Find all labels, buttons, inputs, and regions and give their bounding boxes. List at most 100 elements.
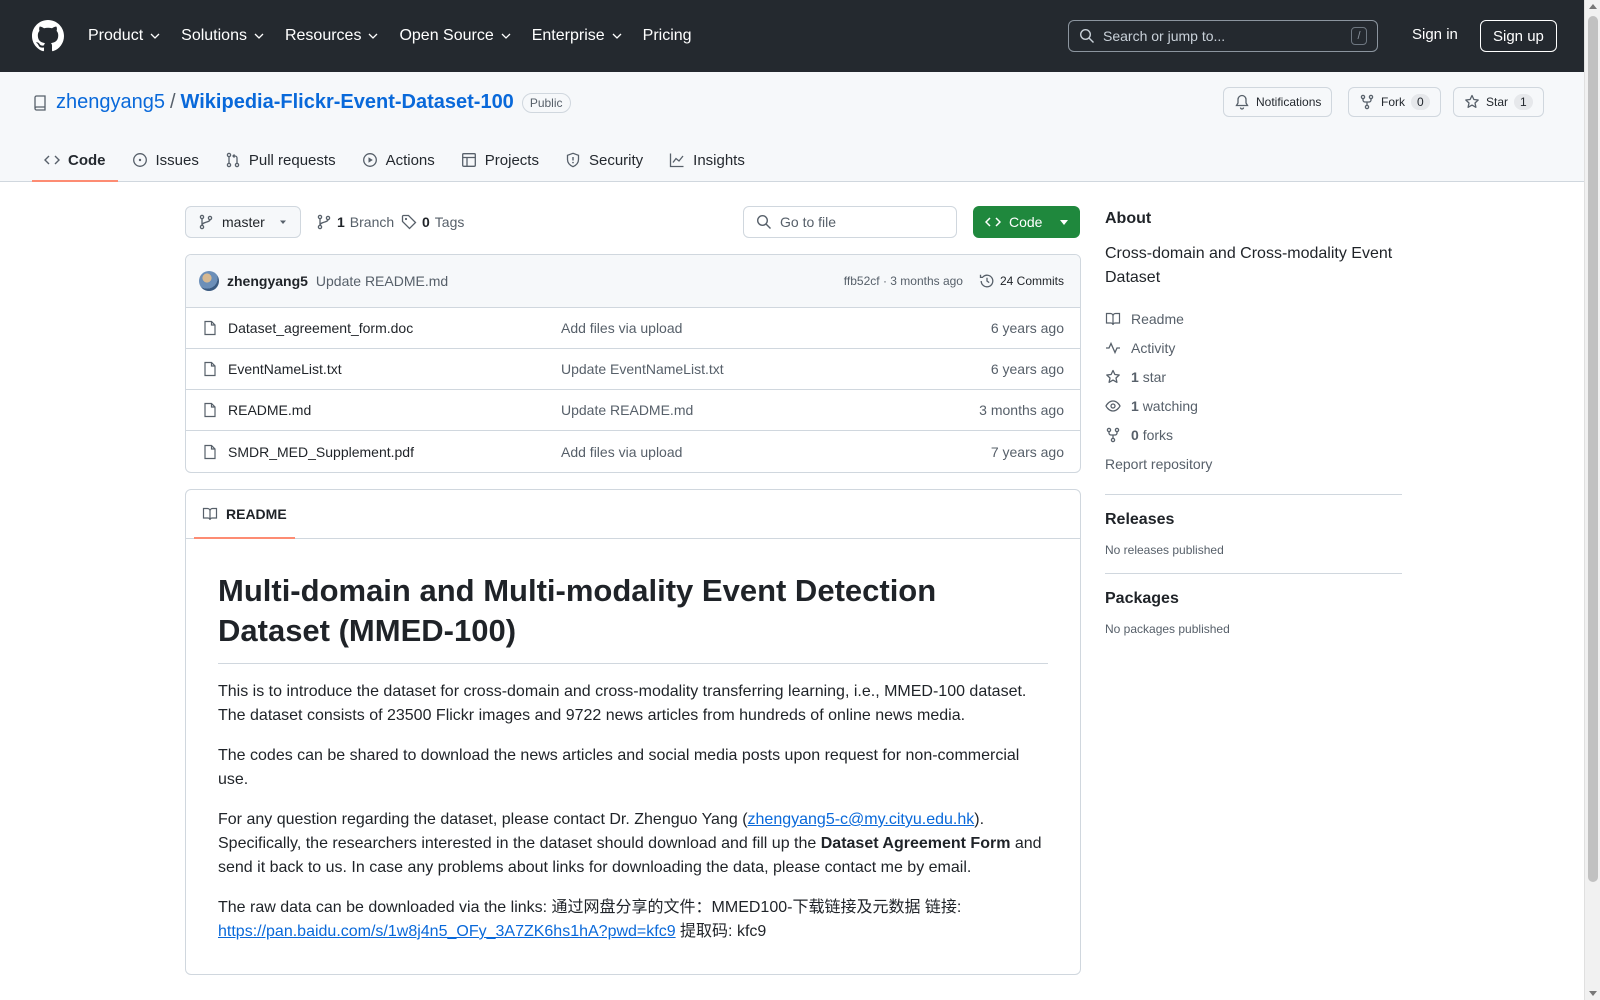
tab-insights[interactable]: Insights <box>657 138 757 182</box>
activity-link[interactable]: Activity <box>1105 333 1402 362</box>
tag-icon <box>401 214 417 230</box>
file-commit-message[interactable]: Update EventNameList.txt <box>561 361 724 377</box>
repo-title: zhengyang5 / Wikipedia-Flickr-Event-Data… <box>32 91 571 114</box>
commit-author-link[interactable]: zhengyang5 <box>227 273 308 289</box>
scroll-down-arrow-icon[interactable] <box>1589 991 1597 996</box>
notifications-button[interactable]: Notifications <box>1223 87 1333 117</box>
issue-opened-icon <box>132 153 147 167</box>
watchers-link[interactable]: 1 watching <box>1105 391 1402 420</box>
file-name-link[interactable]: README.md <box>228 402 561 418</box>
git-branch-icon <box>317 214 331 230</box>
file-icon <box>204 361 216 377</box>
readme-paragraph: The raw data can be downloaded via the l… <box>218 899 962 940</box>
commits-history-link[interactable]: 24 Commits <box>979 273 1064 289</box>
chevron-down-icon <box>501 33 511 39</box>
global-header: Product Solutions Resources Open Source … <box>0 0 1584 72</box>
fork-button[interactable]: Fork 0 <box>1348 87 1441 117</box>
shield-icon <box>566 152 580 168</box>
github-logo-icon[interactable] <box>32 20 64 52</box>
chevron-down-icon <box>368 33 378 39</box>
repo-tabs: Code Issues Pull requests Actions Projec… <box>32 138 759 182</box>
about-description: Cross-domain and Cross-modality Event Da… <box>1105 245 1393 286</box>
avatar[interactable] <box>199 271 219 291</box>
code-icon <box>985 217 1001 227</box>
tab-security[interactable]: Security <box>553 138 655 182</box>
path-separator: / <box>169 91 176 113</box>
branches-link[interactable]: 1 Branch <box>316 214 394 230</box>
go-to-file-input[interactable]: Go to file <box>743 206 957 238</box>
file-commit-message[interactable]: Update README.md <box>561 402 693 418</box>
file-commit-message[interactable]: Add files via upload <box>561 320 682 336</box>
divider <box>1105 494 1402 495</box>
releases-empty-text: No releases published <box>1105 543 1224 557</box>
file-name-link[interactable]: Dataset_agreement_form.doc <box>228 320 561 336</box>
book-icon <box>202 507 218 521</box>
repo-forked-icon <box>1360 94 1374 110</box>
tab-readme[interactable]: README <box>194 490 295 539</box>
file-age: 6 years ago <box>990 320 1064 336</box>
scroll-up-arrow-icon[interactable] <box>1589 4 1597 9</box>
file-icon <box>204 402 216 418</box>
readme-paragraph: This is to introduce the dataset for cro… <box>218 683 1027 724</box>
file-icon <box>204 320 216 336</box>
email-link[interactable]: zhengyang5-c@my.cityu.edu.hk <box>748 811 975 828</box>
about-sidebar: About Cross-domain and Cross-modality Ev… <box>1105 210 1402 636</box>
page-scrollbar[interactable] <box>1584 0 1600 1000</box>
tab-issues[interactable]: Issues <box>120 138 211 182</box>
stars-link[interactable]: 1 star <box>1105 362 1402 391</box>
slash-shortcut-badge: / <box>1351 27 1367 45</box>
readme-panel: README Multi-domain and Multi-modality E… <box>185 489 1081 975</box>
sign-up-button[interactable]: Sign up <box>1480 20 1557 52</box>
star-count: 1 <box>1514 94 1533 110</box>
nav-solutions[interactable]: Solutions <box>181 27 265 45</box>
tab-code[interactable]: Code <box>32 138 118 182</box>
global-search-input[interactable]: Search or jump to... / <box>1068 20 1378 52</box>
tab-actions[interactable]: Actions <box>350 138 447 182</box>
nav-pricing[interactable]: Pricing <box>643 27 692 45</box>
code-icon <box>44 155 60 165</box>
graph-icon <box>670 153 684 168</box>
chevron-down-icon <box>150 33 160 39</box>
nav-product[interactable]: Product <box>88 27 161 45</box>
file-list: zhengyang5 Update README.md ffb52cf · 3 … <box>185 254 1081 473</box>
nav-resources[interactable]: Resources <box>285 27 379 45</box>
repo-header: zhengyang5 / Wikipedia-Flickr-Event-Data… <box>0 72 1584 182</box>
search-icon <box>1079 28 1094 43</box>
file-commit-message[interactable]: Add files via upload <box>561 444 682 460</box>
tab-projects[interactable]: Projects <box>449 138 551 182</box>
code-dropdown-button[interactable]: Code <box>973 206 1080 238</box>
git-branch-icon <box>199 214 213 230</box>
report-repository-link[interactable]: Report repository <box>1105 449 1402 478</box>
forks-link[interactable]: 0 forks <box>1105 420 1402 449</box>
star-icon <box>1106 369 1120 383</box>
table-row: EventNameList.txt Update EventNameList.t… <box>186 349 1080 390</box>
table-row: SMDR_MED_Supplement.pdf Add files via up… <box>186 431 1080 472</box>
file-age: 7 years ago <box>990 443 1064 460</box>
packages-heading[interactable]: Packages <box>1105 590 1402 608</box>
readme-link[interactable]: Readme <box>1105 304 1402 333</box>
commit-message-link[interactable]: Update README.md <box>316 273 448 289</box>
star-button[interactable]: Star 1 <box>1453 87 1544 117</box>
visibility-badge: Public <box>521 92 571 113</box>
repo-name-link[interactable]: Wikipedia-Flickr-Event-Dataset-100 <box>181 91 514 114</box>
eye-icon <box>1105 399 1121 412</box>
readme-paragraph: The codes can be shared to download the … <box>218 747 1020 788</box>
readme-tabbar: README <box>186 490 1080 539</box>
file-name-link[interactable]: EventNameList.txt <box>228 361 561 377</box>
download-link[interactable]: https://pan.baidu.com/s/1w8j4n5_OFy_3A7Z… <box>218 923 676 940</box>
scroll-thumb[interactable] <box>1588 16 1598 882</box>
releases-heading[interactable]: Releases <box>1105 511 1402 529</box>
nav-open-source[interactable]: Open Source <box>399 27 511 45</box>
tab-pull-requests[interactable]: Pull requests <box>213 138 348 182</box>
play-icon <box>362 153 377 167</box>
tags-link[interactable]: 0 Tags <box>401 214 464 230</box>
sign-in-link[interactable]: Sign in <box>1412 26 1458 43</box>
file-name-link[interactable]: SMDR_MED_Supplement.pdf <box>228 444 561 460</box>
table-icon <box>461 153 476 167</box>
star-icon <box>1465 94 1479 108</box>
branch-select-button[interactable]: master <box>185 206 301 238</box>
commit-hash-age[interactable]: ffb52cf · 3 months ago <box>844 274 963 288</box>
search-icon <box>756 214 771 229</box>
nav-enterprise[interactable]: Enterprise <box>532 27 623 45</box>
repo-owner-link[interactable]: zhengyang5 <box>56 91 165 114</box>
